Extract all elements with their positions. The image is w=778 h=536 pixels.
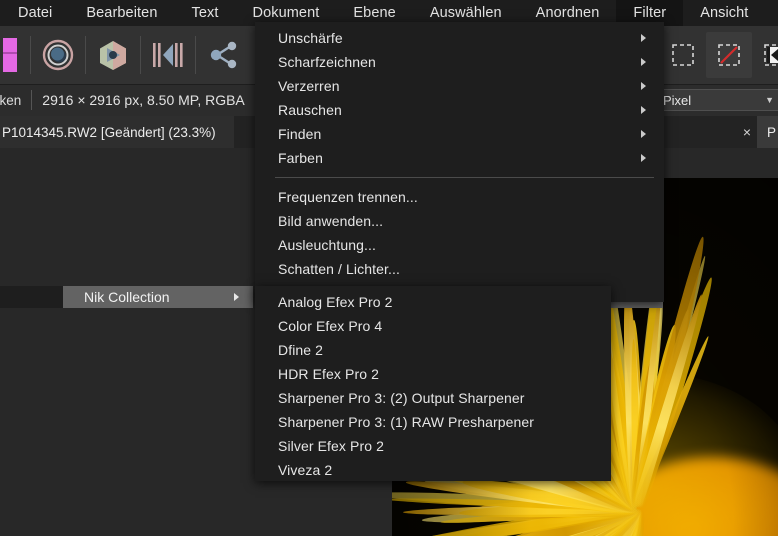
toolbar-divider bbox=[85, 36, 86, 74]
chevron-right-icon bbox=[641, 34, 646, 42]
menu-panel-filler bbox=[0, 286, 63, 308]
selection-refine-glyph bbox=[764, 44, 778, 66]
selection-refine-icon[interactable] bbox=[752, 32, 778, 78]
selection-diagonal-icon[interactable] bbox=[706, 32, 752, 78]
menu-item-silver-efex-pro-2[interactable]: Silver Efex Pro 2 bbox=[255, 434, 611, 458]
menu-item-scharfzeichnen[interactable]: Scharfzeichnen bbox=[255, 50, 664, 74]
menu-item-label: Bild anwenden... bbox=[278, 213, 384, 229]
menu-item-label: Rauschen bbox=[278, 102, 342, 118]
chevron-right-icon bbox=[234, 293, 239, 301]
menu-item-label: Ausleuchtung... bbox=[278, 237, 377, 253]
menu-item-label: Analog Efex Pro 2 bbox=[278, 294, 393, 310]
selection-diagonal-glyph bbox=[718, 44, 740, 66]
document-dimensions: 2916 × 2916 px, 8.50 MP, RGBA bbox=[42, 92, 245, 108]
nik-collection-submenu: Analog Efex Pro 2 Color Efex Pro 4 Dfine… bbox=[255, 286, 611, 481]
hexagon-shape-icon[interactable] bbox=[90, 32, 136, 78]
toolbar-divider bbox=[195, 36, 196, 74]
blur-rings-glyph bbox=[42, 39, 74, 71]
chevron-down-icon: ▼ bbox=[765, 95, 774, 105]
menubar-item-ansicht[interactable]: Ansicht bbox=[683, 0, 765, 26]
menu-item-ausleuchtung[interactable]: Ausleuchtung... bbox=[255, 233, 664, 257]
color-swatch-magenta-glyph bbox=[3, 38, 17, 72]
menu-item-verzerren[interactable]: Verzerren bbox=[255, 74, 664, 98]
menu-item-label: Viveza 2 bbox=[278, 462, 333, 478]
share-nodes-glyph bbox=[210, 41, 237, 69]
toolbar-left-group bbox=[0, 26, 246, 84]
menu-item-dfine-2[interactable]: Dfine 2 bbox=[255, 338, 611, 362]
menu-item-viveza-2[interactable]: Viveza 2 bbox=[255, 458, 611, 482]
document-tab-title-2: P bbox=[767, 124, 777, 140]
mirror-flip-glyph bbox=[153, 43, 183, 67]
menu-item-hdr-efex-pro-2[interactable]: HDR Efex Pro 2 bbox=[255, 362, 611, 386]
menu-item-label: HDR Efex Pro 2 bbox=[278, 366, 379, 382]
menu-item-farben[interactable]: Farben bbox=[255, 146, 664, 170]
blur-rings-icon[interactable] bbox=[35, 32, 81, 78]
menubar-item-fenster[interactable]: Fe bbox=[765, 0, 778, 26]
menu-item-label: Frequenzen trennen... bbox=[278, 189, 418, 205]
menu-item-label: Sharpener Pro 3: (1) RAW Presharpener bbox=[278, 414, 535, 430]
menu-item-label: Nik Collection bbox=[84, 289, 170, 305]
menu-item-sharpener-pro-3-raw[interactable]: Sharpener Pro 3: (1) RAW Presharpener bbox=[255, 410, 611, 434]
toolbar-right-group bbox=[660, 26, 778, 84]
menu-item-frequenzen-trennen[interactable]: Frequenzen trennen... bbox=[255, 185, 664, 209]
menu-item-finden[interactable]: Finden bbox=[255, 122, 664, 146]
selection-rect-glyph bbox=[672, 44, 694, 66]
chevron-right-icon bbox=[641, 106, 646, 114]
close-icon[interactable]: × bbox=[737, 116, 757, 148]
share-nodes-icon[interactable] bbox=[200, 32, 246, 78]
menu-item-label: Color Efex Pro 4 bbox=[278, 318, 383, 334]
chevron-right-icon bbox=[641, 130, 646, 138]
crop-mode-label: nken bbox=[0, 92, 22, 108]
menu-item-label: Silver Efex Pro 2 bbox=[278, 438, 384, 454]
chevron-right-icon bbox=[641, 82, 646, 90]
chevron-right-icon bbox=[641, 154, 646, 162]
unit-dropdown-value: Pixel bbox=[663, 92, 692, 108]
document-tab-title: P1014345.RW2 [Geändert] (23.3%) bbox=[2, 124, 216, 140]
menu-item-unschaerfe[interactable]: Unschärfe bbox=[255, 26, 664, 50]
affinity-photo-window: nken 2916 × 2916 px, 8.50 MP, RGBA Pixel… bbox=[0, 0, 778, 536]
menu-item-label: Dfine 2 bbox=[278, 342, 324, 358]
menu-item-sharpener-pro-3-output[interactable]: Sharpener Pro 3: (2) Output Sharpener bbox=[255, 386, 611, 410]
menu-item-label: Scharfzeichnen bbox=[278, 54, 376, 70]
menu-item-nik-collection-left[interactable]: Nik Collection bbox=[63, 286, 253, 308]
color-swatch-magenta[interactable] bbox=[0, 32, 26, 78]
menu-separator bbox=[275, 177, 654, 178]
menubar-item-text[interactable]: Text bbox=[175, 0, 236, 26]
menu-item-schatten-lichter[interactable]: Schatten / Lichter... bbox=[255, 257, 664, 281]
toolbar-divider bbox=[30, 36, 31, 74]
hexagon-shape-glyph bbox=[100, 41, 126, 70]
menu-item-label: Verzerren bbox=[278, 78, 340, 94]
mirror-flip-icon[interactable] bbox=[145, 32, 191, 78]
infobar-divider bbox=[31, 90, 33, 110]
menubar-item-bearbeiten[interactable]: Bearbeiten bbox=[69, 0, 174, 26]
filter-dropdown-menu: Unschärfe Scharfzeichnen Verzerren Rausc… bbox=[255, 22, 664, 302]
menu-item-color-efex-pro-4[interactable]: Color Efex Pro 4 bbox=[255, 314, 611, 338]
chevron-right-icon bbox=[641, 58, 646, 66]
toolbar-divider bbox=[140, 36, 141, 74]
menu-item-label: Farben bbox=[278, 150, 323, 166]
menu-item-label: Finden bbox=[278, 126, 322, 142]
menu-item-analog-efex-pro-2[interactable]: Analog Efex Pro 2 bbox=[255, 290, 611, 314]
document-tab-active[interactable]: P1014345.RW2 [Geändert] (23.3%) bbox=[0, 116, 234, 148]
menu-item-label: Schatten / Lichter... bbox=[278, 261, 400, 277]
menu-item-rauschen[interactable]: Rauschen bbox=[255, 98, 664, 122]
menubar-item-datei[interactable]: Datei bbox=[0, 0, 69, 26]
document-tab-secondary[interactable]: P bbox=[757, 116, 778, 148]
menu-item-label: Sharpener Pro 3: (2) Output Sharpener bbox=[278, 390, 525, 406]
selection-rect-icon[interactable] bbox=[660, 32, 706, 78]
menu-item-label: Unschärfe bbox=[278, 30, 343, 46]
menu-item-bild-anwenden[interactable]: Bild anwenden... bbox=[255, 209, 664, 233]
unit-dropdown[interactable]: Pixel ▼ bbox=[655, 89, 778, 111]
